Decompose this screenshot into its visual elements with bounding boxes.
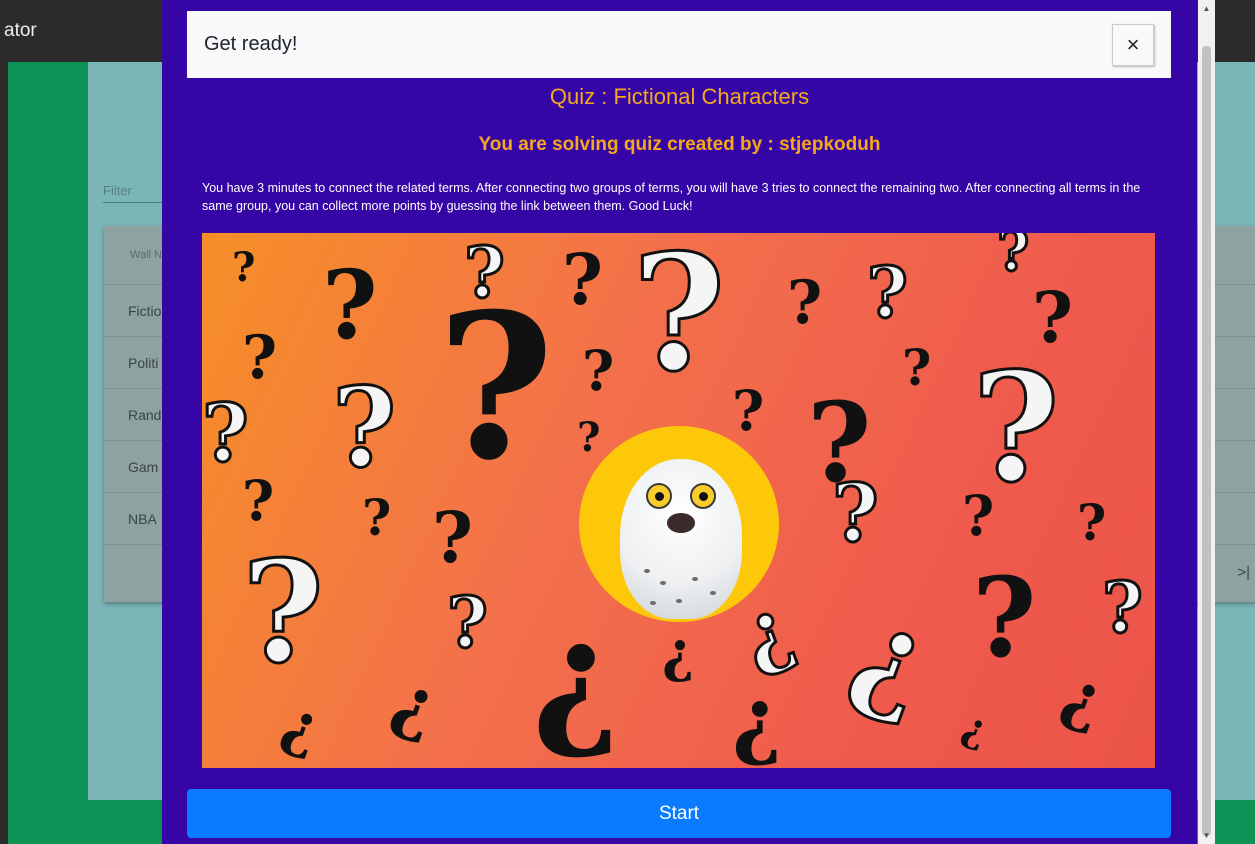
quiz-hero-image: ? ? ? ? ? ? ? ? ? ? ? ? ? ? ? ? ? ? ? ? … [202,233,1155,768]
quiz-instructions: You have 3 minutes to connect the relate… [202,181,1141,213]
table-cell: NBA [128,511,157,527]
question-mark-icon: ? [954,707,993,760]
scroll-up-arrow-icon[interactable]: ▲ [1198,0,1215,17]
quiz-title: Quiz : Fictional Characters [549,84,810,109]
owl-image [620,459,742,619]
app-brand[interactable]: ator [4,20,37,42]
quiz-creator: You are solving quiz created by : stjepk… [478,134,881,155]
question-mark-icon: ? [577,414,601,461]
question-mark-icon: ? [732,378,765,443]
owl-eye [646,483,672,509]
get-ready-modal: Get ready! × Quiz : Fictional Characters… [162,0,1197,844]
question-mark-icon: ? [271,694,329,768]
question-mark-icon: ? [202,386,250,480]
page-scrollbar[interactable]: ▲ ▼ [1198,0,1215,844]
question-mark-icon: ? [1100,566,1144,649]
question-mark-icon: ? [562,238,604,321]
table-header-wall-name: Wall N [130,249,162,261]
question-mark-icon: ? [242,323,278,393]
scrollbar-thumb[interactable] [1202,46,1211,836]
question-mark-icon: ? [865,251,909,334]
owl-speck [676,599,682,603]
owl-speck [650,601,656,605]
question-mark-icon: ? [240,531,325,695]
table-cell: Rand [128,407,162,423]
owl-beak [667,513,695,533]
question-mark-icon: ? [732,681,782,768]
question-mark-icon: ? [971,340,1062,516]
question-mark-icon: ? [787,268,823,338]
question-mark-icon: ? [582,338,615,403]
question-mark-icon: ? [828,594,945,754]
question-mark-icon: ? [330,363,397,492]
owl-speck [692,577,698,581]
start-button[interactable]: Start [187,789,1171,838]
owl-eye [690,483,716,509]
question-mark-icon: ? [972,553,1037,682]
question-mark-icon: ? [962,483,995,548]
scroll-down-arrow-icon[interactable]: ▼ [1198,827,1215,844]
question-mark-icon: ? [362,488,392,547]
question-mark-icon: ? [995,233,1030,283]
question-mark-icon: ? [445,581,489,664]
owl-speck [644,569,650,573]
question-mark-icon: ? [432,496,474,579]
owl-speck [660,581,666,585]
table-cell: Fictio [128,303,162,319]
question-mark-icon: ? [437,270,555,505]
question-mark-icon: ? [662,628,695,693]
question-mark-icon: ? [1049,663,1112,749]
question-mark-icon: ? [532,610,620,768]
question-mark-icon: ? [232,244,256,291]
question-mark-icon: ? [731,589,810,696]
owl-speck [710,591,716,595]
close-icon: × [1126,32,1140,57]
question-mark-icon: ? [902,338,932,397]
table-cell: Gam [128,459,159,475]
question-mark-icon: ? [378,667,446,760]
modal-header: Get ready! × [187,11,1171,78]
filter-input[interactable]: Filter [103,183,163,203]
pager-last-button[interactable]: >| [1237,564,1250,581]
question-mark-icon: ? [1077,493,1107,552]
question-mark-icon: ? [631,233,728,407]
close-button[interactable]: × [1112,24,1154,66]
modal-title: Get ready! [204,33,298,55]
question-mark-icon: ? [242,468,275,533]
question-mark-icon: ? [322,250,378,361]
question-mark-icon: ? [831,466,881,560]
table-cell: Politi [128,355,159,371]
